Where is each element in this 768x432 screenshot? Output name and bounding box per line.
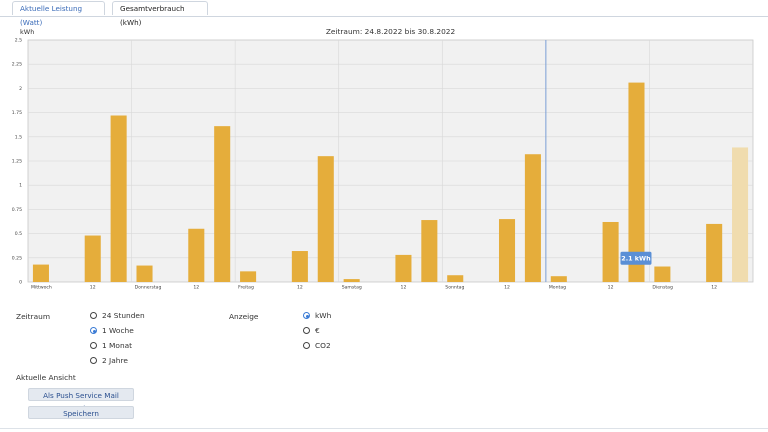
chart-bar <box>84 235 101 282</box>
divider <box>0 428 768 429</box>
radio-circle <box>303 327 310 334</box>
chart-bar <box>395 254 412 282</box>
radio-kwh[interactable]: kWh <box>303 311 331 320</box>
save-button[interactable]: Speichern <box>28 406 134 419</box>
chart-bar <box>188 228 205 282</box>
chart-bar <box>240 271 257 282</box>
x-midday-label: 12 <box>401 285 407 291</box>
x-day-label: Montag <box>549 285 566 291</box>
radio-circle-selected <box>90 327 97 334</box>
chart-title: Zeitraum: 24.8.2022 bis 30.8.2022 <box>326 27 455 36</box>
x-day-label: Samstag <box>342 285 362 291</box>
chart-bar <box>136 265 153 282</box>
consumption-chart: Zeitraum: 24.8.2022 bis 30.8.2022 kWh 0 0.2… <box>0 18 768 300</box>
anzeige-label: Anzeige <box>229 312 259 321</box>
x-midday-label: 12 <box>504 285 510 291</box>
radio-circle <box>303 342 310 349</box>
aktuelle-ansicht-label: Aktuelle Ansicht <box>16 373 76 382</box>
push-mail-button[interactable]: Als Push Service Mail senden <box>28 388 134 413</box>
radio-1-monat[interactable]: 1 Monat <box>90 341 132 350</box>
radio-circle-selected <box>303 312 310 319</box>
y-tick-label: 1.75 <box>12 110 22 116</box>
x-day-label: Mittwoch <box>31 285 52 291</box>
y-tick-label: 1.5 <box>15 134 22 140</box>
tab-bar: Aktuelle Leistung (Watt) Gesamtverbrauch… <box>0 0 768 27</box>
tab-gesamtverbrauch[interactable]: Gesamtverbrauch (kWh) <box>112 1 208 27</box>
radio-label: € <box>315 326 320 335</box>
x-midday-label: 12 <box>90 285 96 291</box>
radio-label: 1 Monat <box>102 341 133 350</box>
chart-svg: Zeitraum: 24.8.2022 bis 30.8.2022 kWh 0 0.2… <box>12 27 754 291</box>
radio-circle <box>90 357 97 364</box>
radio-circle <box>90 312 97 319</box>
radio-1-woche[interactable]: 1 Woche <box>90 326 134 335</box>
chart-bar <box>110 115 127 282</box>
chart-bar <box>654 266 671 282</box>
radio-label: 1 Woche <box>102 326 134 335</box>
x-day-label: Donnerstag <box>135 285 162 291</box>
chart-bar <box>732 147 749 282</box>
chart-bar <box>447 275 464 282</box>
y-tick-label: 1.25 <box>12 159 22 165</box>
chart-bar <box>421 220 438 282</box>
radio-label: CO2 <box>315 341 331 350</box>
y-tick-label: 1 <box>19 183 22 189</box>
y-tick-label: 0.25 <box>12 255 22 261</box>
x-midday-label: 12 <box>608 285 614 291</box>
chart-bar <box>343 279 360 282</box>
y-tick-label: 0 <box>19 280 22 286</box>
radio-co2[interactable]: CO2 <box>303 341 331 350</box>
chart-bar <box>214 126 231 282</box>
radio-label: 2 Jahre <box>102 356 128 365</box>
chart-bar <box>550 276 567 282</box>
radio-label: kWh <box>315 311 332 320</box>
y-tick-label: 0.5 <box>15 231 22 237</box>
zeitraum-label: Zeitraum <box>16 312 51 321</box>
radio-24-stunden[interactable]: 24 Stunden <box>90 311 145 320</box>
x-midday-label: 12 <box>297 285 303 291</box>
y-tick-label: 2.25 <box>12 62 22 68</box>
chart-bar <box>706 223 723 282</box>
x-day-label: Dienstag <box>652 285 673 291</box>
x-midday-label: 12 <box>711 285 717 291</box>
tab-aktuelle-leistung[interactable]: Aktuelle Leistung (Watt) <box>12 1 105 27</box>
radio-euro[interactable]: € <box>303 326 320 335</box>
y-tick-label: 0.75 <box>12 207 22 213</box>
chart-bar <box>32 264 49 282</box>
y-tick-label: 2 <box>19 86 22 92</box>
x-day-label: Freitag <box>238 285 254 291</box>
value-tooltip-text: 2.1 kWh <box>621 254 651 262</box>
chart-bar <box>291 251 308 282</box>
radio-circle <box>90 342 97 349</box>
radio-label: 24 Stunden <box>102 311 145 320</box>
x-midday-label: 12 <box>193 285 199 291</box>
chart-bar <box>317 156 334 282</box>
chart-bar <box>602 221 619 282</box>
chart-bar <box>498 219 516 282</box>
y-tick-label: 2.5 <box>15 38 22 44</box>
radio-2-jahre[interactable]: 2 Jahre <box>90 356 128 365</box>
controls-panel: Zeitraum 24 Stunden 1 Woche 1 Monat 2 Ja… <box>0 300 768 432</box>
x-day-label: Sonntag <box>445 285 464 291</box>
y-axis-unit: kWh <box>20 28 34 36</box>
chart-bar <box>524 154 541 282</box>
